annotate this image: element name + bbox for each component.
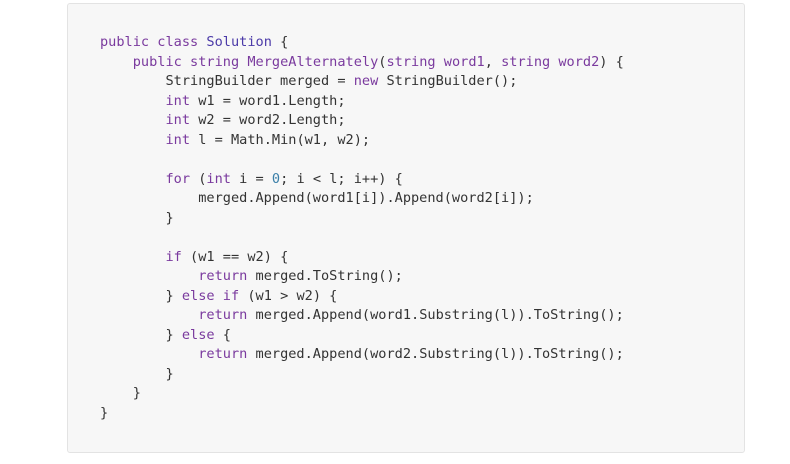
code-token: string — [501, 53, 551, 70]
code-line: StringBuilder merged = new StringBuilder… — [100, 72, 624, 92]
code-line: int w2 = word2.Length; — [100, 111, 624, 131]
code-token: class — [157, 34, 199, 50]
code-token: for — [165, 170, 191, 187]
code-line: public class Solution { — [100, 33, 624, 53]
code-token: string — [386, 53, 436, 70]
code-token: (w1 > w2) { — [239, 287, 338, 304]
code-token: l = Math.Min(w1, w2); — [190, 131, 371, 148]
code-token: int — [165, 131, 191, 148]
code-line: public string MergeAlternately(string wo… — [100, 53, 624, 73]
code-token: new — [353, 73, 379, 89]
code-token: ) { — [599, 53, 624, 70]
code-token: } — [100, 365, 174, 382]
code-token: } — [100, 404, 109, 421]
code-token: } — [100, 287, 182, 304]
code-token: merged.ToString(); — [247, 268, 403, 284]
code-token: if — [222, 287, 240, 304]
code-token: Solution — [206, 34, 272, 50]
code-token: StringBuilder merged = — [100, 73, 354, 89]
code-line: int w1 = word1.Length; — [100, 92, 624, 112]
code-line: return merged.ToString(); — [100, 267, 624, 287]
code-token: ( — [190, 170, 207, 187]
code-token: merged.Append(word1.Substring(l)).ToStri… — [247, 307, 624, 323]
code-token: { — [271, 34, 289, 50]
code-token: int — [165, 112, 191, 128]
code-token: { — [214, 326, 231, 343]
code-token: StringBuilder(); — [378, 73, 518, 89]
code-line: } — [100, 365, 624, 385]
code-token: w1 = word1.Length; — [190, 92, 346, 109]
code-token: public — [132, 53, 182, 70]
code-token: public — [100, 34, 150, 50]
code-token: 0 — [271, 170, 281, 187]
code-line: } else if (w1 > w2) { — [100, 287, 624, 307]
code-line: } — [100, 384, 624, 404]
code-token: merged.Append(word1[i]).Append(word2[i])… — [100, 190, 534, 206]
code-token: int — [165, 92, 191, 109]
code-token: word2 — [558, 53, 600, 70]
code-line: int l = Math.Min(w1, w2); — [100, 131, 624, 151]
code-token: MergeAlternately — [247, 53, 379, 70]
code-token: } — [100, 385, 141, 401]
code-line: } — [100, 209, 624, 229]
code-token: return — [198, 268, 248, 284]
code-token: else — [181, 326, 215, 343]
code-line: return merged.Append(word1.Substring(l))… — [100, 306, 624, 326]
code-line: return merged.Append(word2.Substring(l))… — [100, 345, 624, 365]
code-block: public class Solution { public string Me… — [67, 3, 745, 453]
code-line: merged.Append(word1[i]).Append(word2[i])… — [100, 189, 624, 209]
code-token: return — [198, 307, 248, 323]
code-content: public class Solution { public string Me… — [100, 33, 624, 423]
code-token: if — [165, 248, 182, 265]
code-token: , — [484, 53, 502, 70]
code-token: i = — [230, 170, 272, 187]
code-token: return — [198, 346, 248, 362]
code-line: } else { — [100, 326, 624, 346]
code-token: int — [206, 170, 231, 187]
code-line: } — [100, 404, 624, 424]
code-token: } — [100, 209, 174, 226]
code-token: w2 = word2.Length; — [190, 112, 346, 128]
code-token: (w1 == w2) { — [181, 248, 289, 265]
code-token: word1 — [443, 53, 485, 70]
code-line: if (w1 == w2) { — [100, 248, 624, 268]
code-token: else — [181, 287, 215, 304]
code-token: ; i < l; i++) { — [280, 170, 403, 187]
code-token: merged.Append(word2.Substring(l)).ToStri… — [247, 346, 624, 362]
code-token: } — [100, 326, 182, 343]
code-line: for (int i = 0; i < l; i++) { — [100, 170, 624, 190]
code-token: string — [190, 53, 240, 70]
